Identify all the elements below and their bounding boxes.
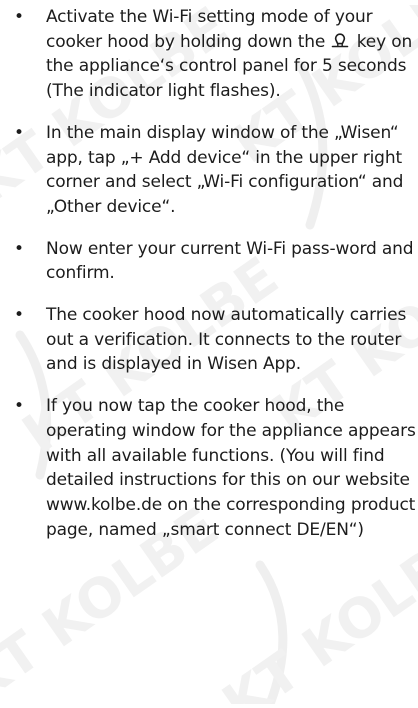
step-verification: The cooker hood now automatically carrie… xyxy=(14,303,418,377)
step-activate-wifi-mode: Activate the Wi-Fi setting mode of your … xyxy=(14,5,418,104)
setup-steps-list: Activate the Wi-Fi setting mode of your … xyxy=(14,5,418,542)
light-bulb-icon xyxy=(332,33,349,48)
step-1-text-a: Activate the Wi-Fi setting mode of your … xyxy=(46,7,373,52)
step-enter-password: Now enter your current Wi-Fi pass-word a… xyxy=(14,237,418,286)
watermark-text-6: KT KOLBE xyxy=(211,515,418,704)
instruction-document: Activate the Wi-Fi setting mode of your … xyxy=(0,5,418,542)
step-operating-window: If you now tap the cooker hood, the oper… xyxy=(14,394,418,542)
step-add-device: In the main display window of the „Wisen… xyxy=(14,121,418,220)
